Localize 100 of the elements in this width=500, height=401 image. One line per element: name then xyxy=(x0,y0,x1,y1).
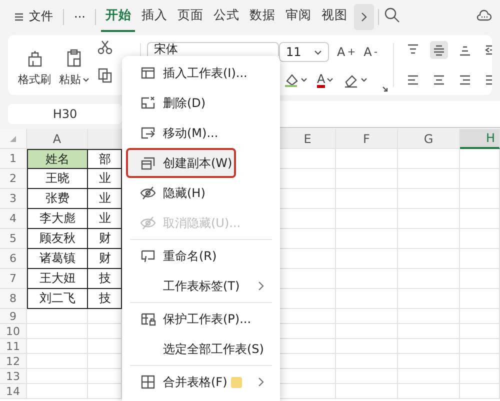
table-cell xyxy=(398,324,460,339)
scissors-icon[interactable] xyxy=(97,39,113,55)
ribbon-button[interactable]: 格式刷 xyxy=(18,48,51,87)
row-number[interactable]: 13 xyxy=(0,369,27,384)
table-cell xyxy=(460,339,500,354)
menu-item[interactable]: 插入工作表(I)... xyxy=(126,58,276,88)
column-header[interactable]: F xyxy=(336,129,398,149)
table-cell xyxy=(336,384,398,399)
sheet-move-icon xyxy=(140,125,156,141)
row-number[interactable]: 10 xyxy=(0,324,27,339)
menu-item[interactable]: 创建副本(W) xyxy=(126,148,236,178)
table-cell xyxy=(398,384,460,399)
column-header[interactable]: A xyxy=(27,129,88,149)
table-cell xyxy=(460,309,500,324)
ribbon-tab[interactable]: 公式 xyxy=(209,2,244,32)
table-cell xyxy=(460,354,500,369)
table-cell xyxy=(336,169,398,189)
table-cell xyxy=(336,289,398,309)
table-cell: 刘二飞 xyxy=(27,289,88,309)
sheet-delete-icon xyxy=(140,95,156,111)
more-button[interactable]: ··· xyxy=(68,4,92,28)
table-cell xyxy=(398,189,460,209)
row-number[interactable]: 6 xyxy=(0,249,27,269)
ribbon-tab[interactable]: 插入 xyxy=(137,2,172,32)
menu-item[interactable]: 删除(D) xyxy=(126,88,276,118)
table-cell xyxy=(336,369,398,384)
table-cell xyxy=(336,309,398,324)
ribbon-button[interactable]: 粘贴 xyxy=(59,48,89,87)
ribbon-tab[interactable]: 数据 xyxy=(245,2,280,32)
table-cell xyxy=(398,229,460,249)
caret-icon xyxy=(301,78,307,82)
search-icon[interactable] xyxy=(383,6,402,24)
table-cell xyxy=(27,324,88,339)
chevron-right-icon[interactable] xyxy=(354,4,374,30)
ribbon-tab[interactable]: 视图 xyxy=(317,2,352,32)
table-cell xyxy=(336,339,398,354)
menu-item[interactable]: 合并表格(F) xyxy=(126,367,276,397)
row-number[interactable]: 2 xyxy=(0,169,27,189)
menu-item[interactable]: 保护工作表(P)... xyxy=(126,304,276,334)
table-cell xyxy=(27,354,88,369)
table-cell xyxy=(460,289,500,309)
column-header[interactable]: G xyxy=(398,129,460,149)
dialog-launcher-icon[interactable] xyxy=(382,86,388,92)
table-cell xyxy=(398,149,460,169)
row-number[interactable]: 14 xyxy=(0,384,27,399)
table-merge-icon xyxy=(140,374,156,390)
menu-item[interactable]: 隐藏(H) xyxy=(126,178,276,208)
table-cell xyxy=(336,209,398,229)
align-lines-icon xyxy=(406,73,420,87)
row-number[interactable]: 3 xyxy=(0,189,27,209)
row-number[interactable]: 7 xyxy=(0,269,27,289)
file-menu-button[interactable]: 文件 xyxy=(8,4,59,28)
ribbon-tab[interactable]: 审阅 xyxy=(281,2,316,32)
sheet-lock-icon xyxy=(140,311,156,327)
align-lines-icon xyxy=(432,73,446,87)
table-cell xyxy=(27,384,88,399)
table-cell xyxy=(336,354,398,369)
column-header[interactable]: E xyxy=(280,129,336,149)
column-header[interactable]: H xyxy=(460,129,500,149)
row-number[interactable]: 11 xyxy=(0,339,27,354)
table-cell xyxy=(460,384,500,399)
cloud-icon[interactable] xyxy=(476,8,492,22)
table-cell: 顾友秋 xyxy=(27,229,88,249)
ribbon-tab[interactable]: 开始 xyxy=(101,2,136,32)
menu-item[interactable]: 移动(M)... xyxy=(126,118,276,148)
fill-color-button[interactable] xyxy=(283,72,307,88)
font-color-button[interactable]: A xyxy=(317,72,334,88)
chevron-right-icon xyxy=(258,377,264,387)
row-number[interactable]: 1 xyxy=(0,149,27,169)
table-cell xyxy=(460,269,500,289)
table-cell xyxy=(460,189,500,209)
menu-item[interactable]: 选定全部工作表(S) xyxy=(126,334,276,364)
menu-icon xyxy=(14,12,24,22)
name-box[interactable]: H30 xyxy=(8,104,122,124)
menu-item[interactable]: 重命名(R) xyxy=(126,241,276,271)
align-button[interactable] xyxy=(430,41,448,59)
table-cell: 姓名 xyxy=(27,149,88,169)
table-cell xyxy=(398,169,460,189)
table-cell xyxy=(460,169,500,189)
table-cell xyxy=(398,209,460,229)
table-cell xyxy=(336,249,398,269)
row-number[interactable]: 8 xyxy=(0,289,27,309)
table-cell xyxy=(460,324,500,339)
table-cell: 王晓 xyxy=(27,169,88,189)
row-number[interactable]: 4 xyxy=(0,209,27,229)
table-cell xyxy=(398,269,460,289)
table-cell xyxy=(27,339,88,354)
chevron-right-icon xyxy=(258,281,264,291)
sheet-icon xyxy=(140,65,156,81)
menu-item[interactable]: 工作表标签(T) xyxy=(126,271,276,301)
table-cell xyxy=(460,249,500,269)
table-cell xyxy=(27,369,88,384)
copy-icon[interactable] xyxy=(97,67,113,83)
ribbon-tab[interactable]: 页面 xyxy=(173,2,208,32)
row-number[interactable]: 12 xyxy=(0,354,27,369)
font-size-field[interactable]: 11 xyxy=(279,42,329,62)
table-cell xyxy=(398,369,460,384)
table-cell: 张费 xyxy=(27,189,88,209)
row-number[interactable]: 5 xyxy=(0,229,27,249)
row-number[interactable]: 9 xyxy=(0,309,27,324)
